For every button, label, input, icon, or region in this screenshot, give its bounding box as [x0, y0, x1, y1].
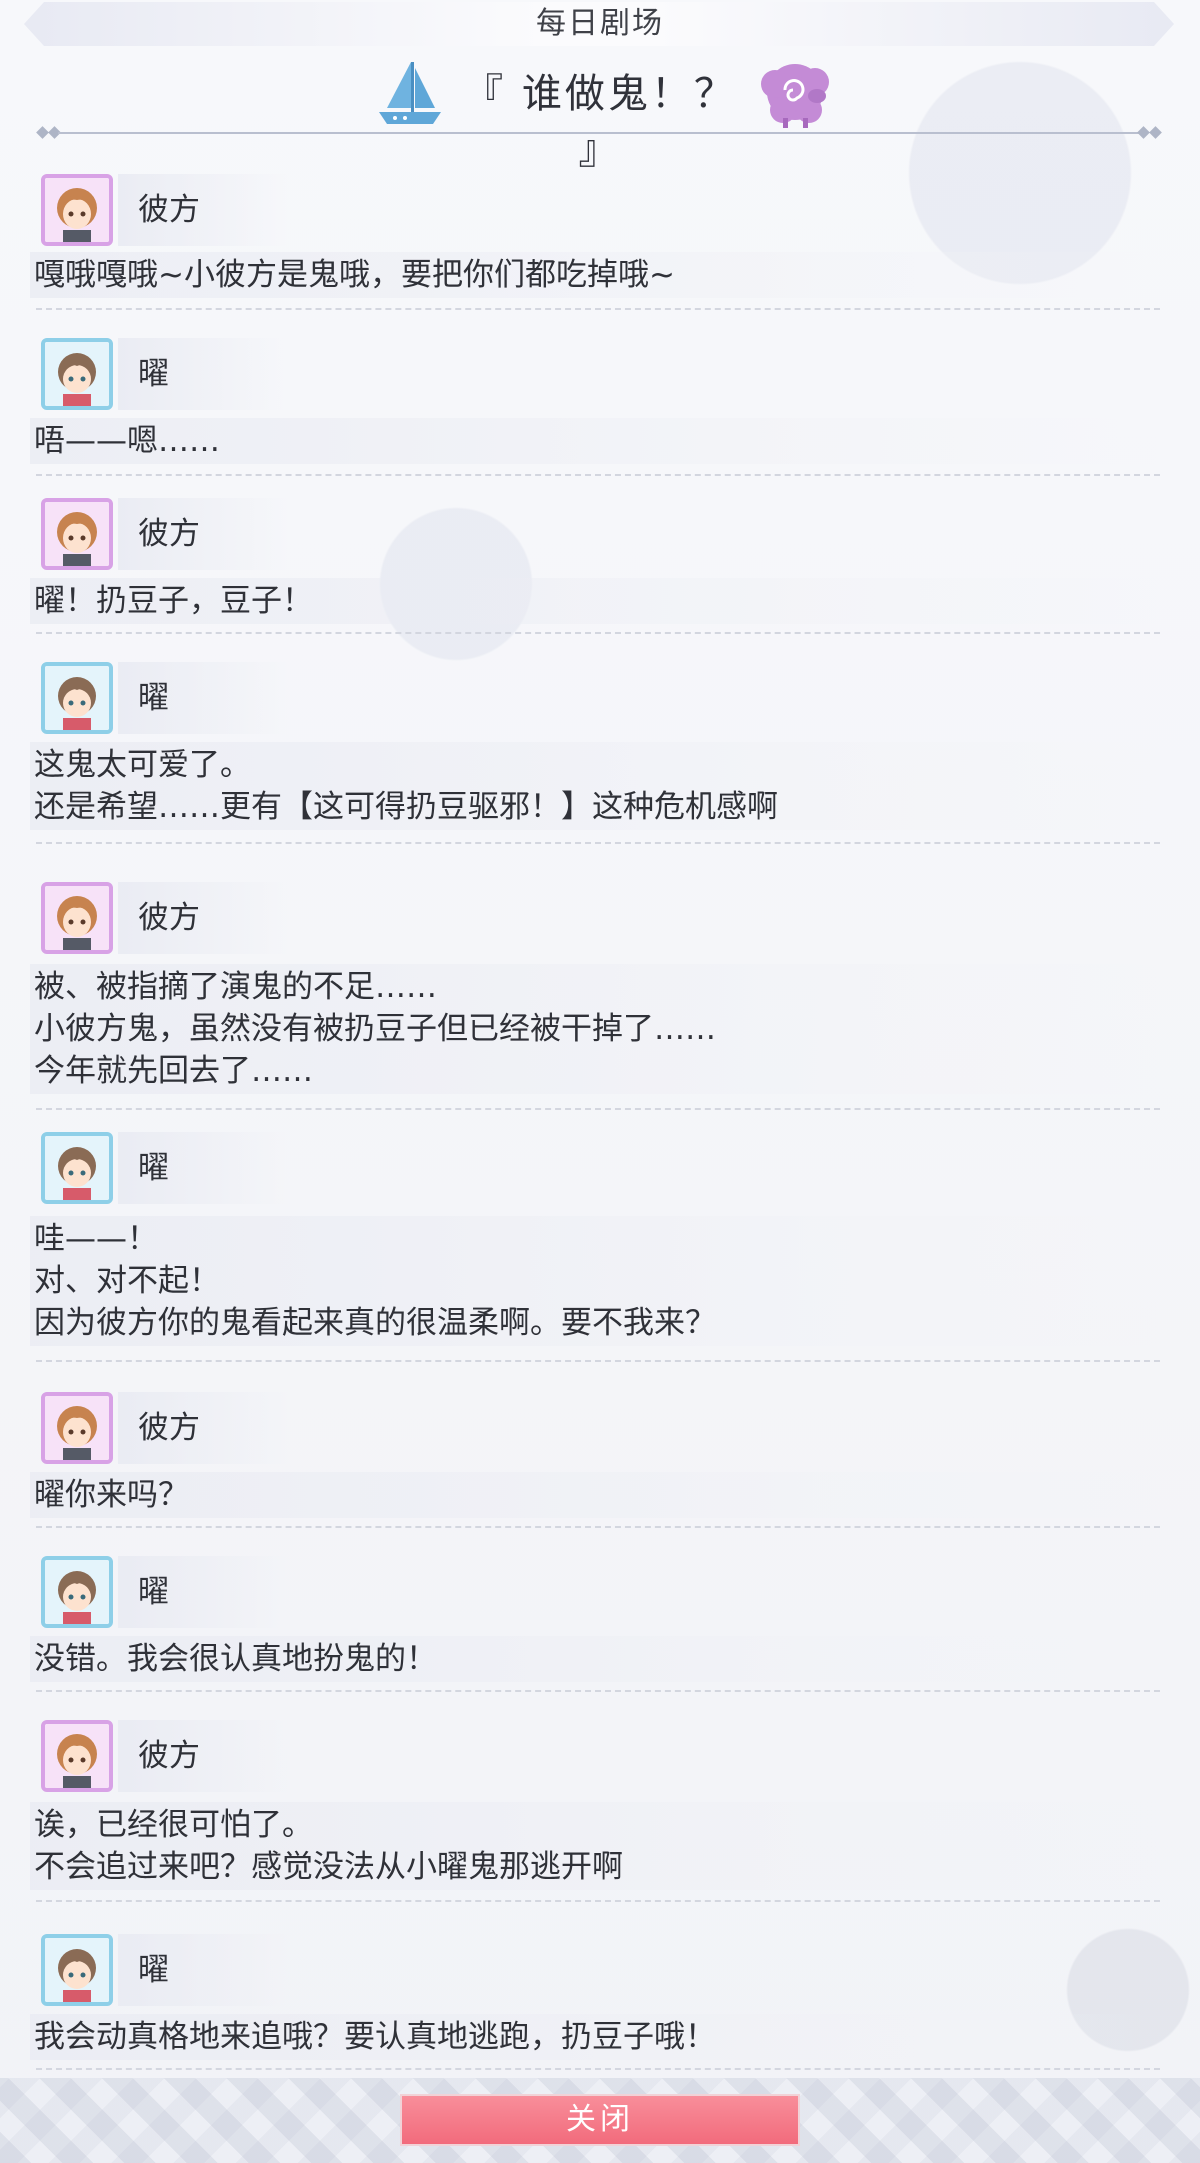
speaker-name: 曜: [138, 1574, 169, 1610]
kanata-portrait: [41, 174, 113, 246]
dialogue-separator: [36, 474, 1160, 476]
kanata-portrait: [41, 1720, 113, 1792]
speaker-name: 曜: [138, 356, 169, 392]
screen-title: 每日剧场: [536, 6, 664, 41]
dialogue-separator: [36, 2068, 1160, 2070]
episode-title: 『 谁做鬼！？ 』: [463, 71, 737, 173]
dialogue-text: 我会动真格地来追哦？要认真地逃跑，扔豆子哦！: [34, 2019, 716, 2055]
header-divider: [36, 126, 1162, 139]
you-portrait: [41, 1934, 113, 2006]
dialogue-text: 诶，已经很可怕了。 不会追过来吧？感觉没法从小曜鬼那逃开啊: [34, 1807, 623, 1885]
dialogue-text: 曜你来吗？: [34, 1477, 189, 1513]
you-portrait: [41, 662, 113, 734]
speaker-name: 曜: [138, 1952, 169, 1988]
kanata-portrait: [41, 498, 113, 570]
dialogue-separator: [36, 1690, 1160, 1692]
dialogue-text: 没错。我会很认真地扮鬼的！: [34, 1641, 437, 1677]
dialogue-text: 哇——！ 对、对不起！ 因为彼方你的鬼看起来真的很温柔啊。要不我来？: [34, 1221, 716, 1341]
dialogue-separator: [36, 308, 1160, 310]
dialogue-text: 这鬼太可爱了。 还是希望……更有【这可得扔豆驱邪！】这种危机感啊: [34, 747, 778, 825]
speaker-name: 彼方: [138, 900, 200, 936]
kanata-portrait: [41, 1392, 113, 1464]
speaker-name: 彼方: [138, 1410, 200, 1446]
speaker-name: 彼方: [138, 516, 200, 552]
sailboat-icon: [379, 62, 441, 124]
close-button[interactable]: 关闭: [400, 2094, 800, 2146]
dialogue-text: 被、被指摘了演鬼的不足…… 小彼方鬼，虽然没有被扔豆子但已经被干掉了…… 今年就…: [34, 969, 716, 1089]
dialogue-separator: [36, 1900, 1160, 1902]
dialogue-text: 曜！扔豆子，豆子！: [34, 583, 313, 619]
kanata-portrait: [41, 882, 113, 954]
you-portrait: [41, 1556, 113, 1628]
daily-theater-screen: 每日剧场 『 谁做鬼！？ 』 彼方 嘎哦嘎哦~小彼方是鬼哦，要把你们都吃掉哦~ …: [0, 0, 1200, 2163]
dialogue-separator: [36, 1360, 1160, 1362]
speaker-name: 彼方: [138, 1738, 200, 1774]
dialogue-separator: [36, 1108, 1160, 1110]
dialogue-separator: [36, 1526, 1160, 1528]
speaker-name: 彼方: [138, 192, 200, 228]
dialogue-separator: [36, 632, 1160, 634]
sheep-icon: [761, 64, 829, 128]
you-portrait: [41, 338, 113, 410]
dialogue-text: 唔——嗯……: [34, 423, 220, 459]
episode-title-row: 『 谁做鬼！？ 』: [0, 56, 1200, 173]
you-portrait: [41, 1132, 113, 1204]
speaker-name: 曜: [138, 680, 169, 716]
dialogue-text: 嘎哦嘎哦~小彼方是鬼哦，要把你们都吃掉哦~: [34, 257, 675, 293]
speaker-name: 曜: [138, 1150, 169, 1186]
dialogue-separator: [36, 842, 1160, 844]
